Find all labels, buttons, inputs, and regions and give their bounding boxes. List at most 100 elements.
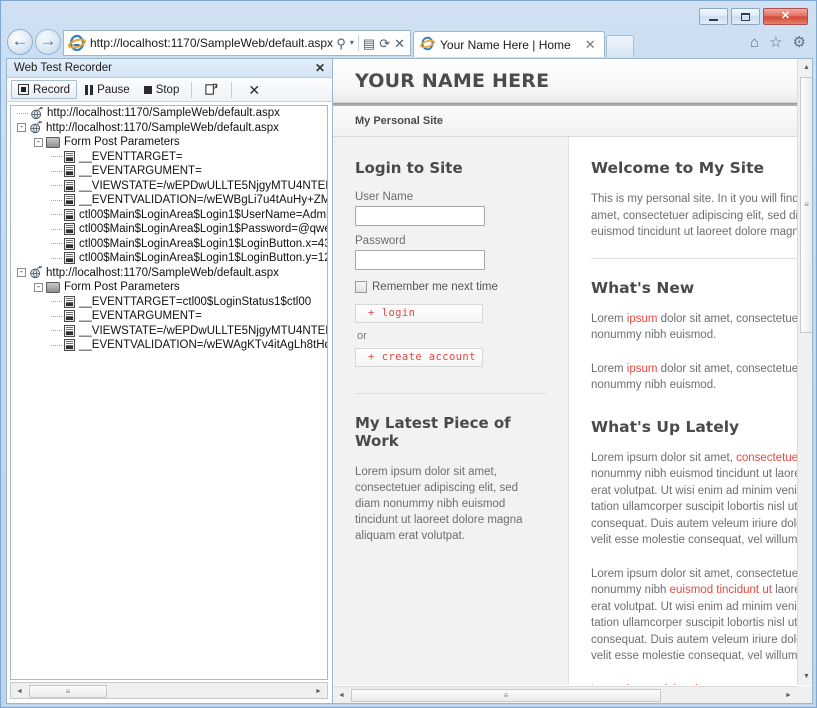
- scroll-down-arrow[interactable]: ▼: [798, 668, 812, 685]
- tree-node[interactable]: ctl00$Main$LoginArea$Login1$Password=@qw…: [11, 222, 327, 237]
- sidebar-divider: [355, 393, 546, 394]
- globe-icon: [30, 106, 44, 120]
- param-icon: [64, 179, 75, 192]
- highlight-text: ipsum: [626, 362, 658, 375]
- scroll-grip-icon: ≡: [804, 200, 809, 209]
- tree-node[interactable]: ctl00$Main$LoginArea$Login1$UserName=Adm…: [11, 208, 327, 223]
- page-horizontal-scrollbar[interactable]: ◄ ≡ ►: [333, 686, 797, 703]
- maximize-button[interactable]: [731, 8, 760, 25]
- compatibility-view-icon[interactable]: ▤: [363, 37, 375, 50]
- clear-button[interactable]: ✕: [238, 80, 270, 99]
- minimize-button[interactable]: [699, 8, 728, 25]
- address-input[interactable]: http://localhost:1170/SampleWeb/default.…: [90, 36, 336, 50]
- login-button[interactable]: + login: [355, 304, 483, 323]
- forward-button[interactable]: →: [35, 29, 61, 55]
- tree-node[interactable]: __EVENTARGUMENT=: [11, 164, 327, 179]
- horizontal-scroll-thumb[interactable]: ≡: [351, 689, 661, 702]
- new-tab-button[interactable]: [605, 35, 634, 57]
- tree-node[interactable]: - http://localhost:1170/SampleWeb/default…: [11, 120, 327, 136]
- scroll-right-arrow[interactable]: ►: [310, 683, 327, 700]
- horizontal-scroll-thumb[interactable]: ≡: [29, 685, 107, 698]
- page-scroll-area: YOUR NAME HERE HOME RESUME My Personal S…: [333, 59, 797, 685]
- tree-node[interactable]: ctl00$Main$LoginArea$Login1$LoginButton.…: [11, 251, 327, 266]
- tree-node[interactable]: __EVENTTARGET=ctl00$LoginStatus1$ctl00: [11, 295, 327, 310]
- latest-work-heading: My Latest Piece of Work: [355, 414, 511, 450]
- tree-node[interactable]: - Form Post Parameters: [11, 135, 327, 150]
- whats-new-heading: What's New: [591, 278, 695, 297]
- tree-line: [51, 243, 62, 245]
- tab-your-name-here-home[interactable]: Your Name Here | Home ✕: [413, 31, 605, 57]
- tree-node-label: ctl00$Main$LoginArea$Login1$Password=@qw…: [79, 223, 328, 236]
- forward-arrow-icon: →: [39, 30, 57, 50]
- create-account-button[interactable]: + create account: [355, 348, 483, 367]
- tab-label: Your Name Here | Home: [440, 37, 571, 52]
- recorder-tree-view[interactable]: http://localhost:1170/SampleWeb/default.…: [10, 105, 328, 680]
- tree-expander-collapse-icon[interactable]: -: [17, 123, 26, 133]
- recorder-title: Web Test Recorder: [14, 62, 113, 74]
- favorites-star-icon[interactable]: ☆: [769, 33, 782, 51]
- whats-up-item: Lorem ipsum dolor sit amet, consectetuer…: [591, 682, 797, 686]
- tools-gear-icon[interactable]: ⚙: [793, 33, 806, 51]
- tree-expander-collapse-icon[interactable]: -: [34, 137, 43, 147]
- stop-button[interactable]: Stop: [138, 80, 186, 99]
- whats-new-item: Lorem ipsum dolor sit amet, consectetuer…: [591, 361, 797, 394]
- create-account-label: create account: [381, 351, 476, 363]
- tree-line: [51, 156, 62, 158]
- recorder-horizontal-scrollbar[interactable]: ◄ ≡ ►: [10, 682, 328, 699]
- plus-icon: +: [368, 351, 375, 363]
- tree-node[interactable]: __EVENTVALIDATION=/wEWBgLi7u4tAuHy+ZMlAq…: [11, 193, 327, 208]
- tree-expander-collapse-icon[interactable]: -: [17, 268, 26, 278]
- tree-node[interactable]: - http://localhost:1170/SampleWeb/default…: [11, 265, 327, 281]
- page-vertical-scrollbar[interactable]: ▲ ≡ ▼: [797, 59, 812, 685]
- scroll-left-arrow[interactable]: ◄: [333, 687, 350, 703]
- param-icon: [64, 324, 75, 337]
- password-input[interactable]: [355, 250, 485, 270]
- home-icon[interactable]: ⌂: [750, 34, 759, 51]
- close-icon: ✕: [780, 10, 791, 22]
- scroll-up-arrow[interactable]: ▲: [798, 59, 812, 76]
- insert-comment-button[interactable]: [198, 80, 225, 99]
- record-button[interactable]: Record: [11, 80, 78, 99]
- param-icon: [64, 150, 75, 163]
- tree-node[interactable]: __VIEWSTATE=/wEPDwULLTE5NjgyMTU4NTEPZBYC: [11, 179, 327, 194]
- whats-up-item: Lorem ipsum dolor sit amet, consectetuer…: [591, 450, 797, 549]
- ie-favicon-icon: [68, 34, 86, 52]
- param-icon: [64, 237, 75, 250]
- tree-node[interactable]: __VIEWSTATE=/wEPDwULLTE5NjgyMTU4NTEPZBYC: [11, 324, 327, 339]
- scroll-left-arrow[interactable]: ◄: [11, 683, 28, 700]
- tree-node[interactable]: - Form Post Parameters: [11, 280, 327, 295]
- stop-icon[interactable]: ✕: [394, 37, 405, 50]
- close-window-button[interactable]: ✕: [763, 8, 808, 25]
- tree-node[interactable]: __EVENTARGUMENT=: [11, 309, 327, 324]
- tree-node[interactable]: http://localhost:1170/SampleWeb/default.…: [11, 106, 327, 121]
- tree-node-label: Form Post Parameters: [64, 281, 180, 294]
- remember-me-row[interactable]: Remember me next time: [355, 281, 546, 293]
- tree-node-label: http://localhost:1170/SampleWeb/default.…: [46, 266, 279, 279]
- tree-node[interactable]: __EVENTVALIDATION=/wEWAgKTv4itAgLh8tHdBI…: [11, 338, 327, 353]
- username-input[interactable]: [355, 206, 485, 226]
- text-pre: Lorem: [591, 684, 627, 686]
- remember-me-checkbox[interactable]: [355, 281, 367, 293]
- folder-icon: [46, 281, 60, 293]
- back-button[interactable]: ←: [7, 29, 33, 55]
- tab-close-icon[interactable]: ✕: [581, 37, 600, 53]
- globe-icon: [29, 120, 43, 134]
- globe-icon: [29, 265, 43, 279]
- recorder-close-icon[interactable]: ✕: [312, 62, 328, 74]
- tree-node[interactable]: __EVENTTARGET=: [11, 150, 327, 165]
- address-bar[interactable]: http://localhost:1170/SampleWeb/default.…: [63, 30, 411, 56]
- tree-node-label: __EVENTARGUMENT=: [79, 310, 202, 323]
- tree-node[interactable]: ctl00$Main$LoginArea$Login1$LoginButton.…: [11, 237, 327, 252]
- search-icon[interactable]: ⚲: [336, 37, 346, 50]
- sidebar-column: Login to Site User Name Password Remembe…: [333, 137, 569, 685]
- tree-line: [51, 185, 62, 187]
- site-header: YOUR NAME HERE HOME RESUME: [333, 59, 797, 103]
- chevron-down-icon[interactable]: ▾: [350, 39, 354, 47]
- scroll-right-arrow[interactable]: ►: [780, 687, 797, 703]
- recorder-toolbar: Record Pause Stop ✕: [7, 78, 332, 102]
- pause-button[interactable]: Pause: [79, 80, 136, 99]
- toolbar-divider: [231, 81, 233, 98]
- refresh-icon[interactable]: ⟳: [379, 37, 390, 50]
- tree-expander-collapse-icon[interactable]: -: [34, 282, 43, 292]
- vertical-scroll-thumb[interactable]: ≡: [800, 77, 812, 333]
